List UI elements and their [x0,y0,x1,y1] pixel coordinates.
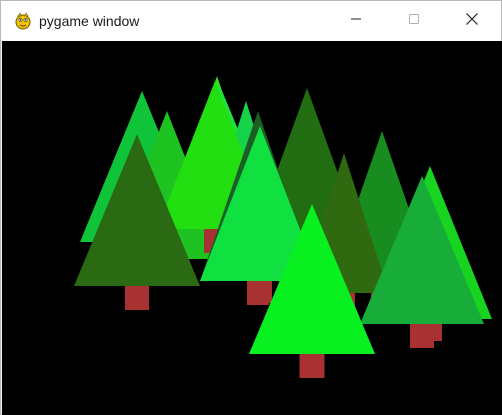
game-canvas[interactable] [2,41,502,415]
close-button[interactable] [449,1,495,41]
minimize-icon [350,12,362,30]
title-bar[interactable]: pygame window [1,1,501,41]
tree-trunk [299,354,325,378]
close-icon [465,12,479,31]
forest-scene [74,76,492,378]
minimize-button[interactable] [333,1,379,41]
tree-trunk [125,286,149,310]
tree-trunk [410,324,434,348]
window-title: pygame window [39,13,140,29]
maximize-icon [408,12,420,30]
tree-trunk [248,281,272,303]
maximize-button[interactable] [391,1,437,41]
pygame-snake-icon [13,11,33,31]
pygame-window: pygame window [0,0,502,415]
